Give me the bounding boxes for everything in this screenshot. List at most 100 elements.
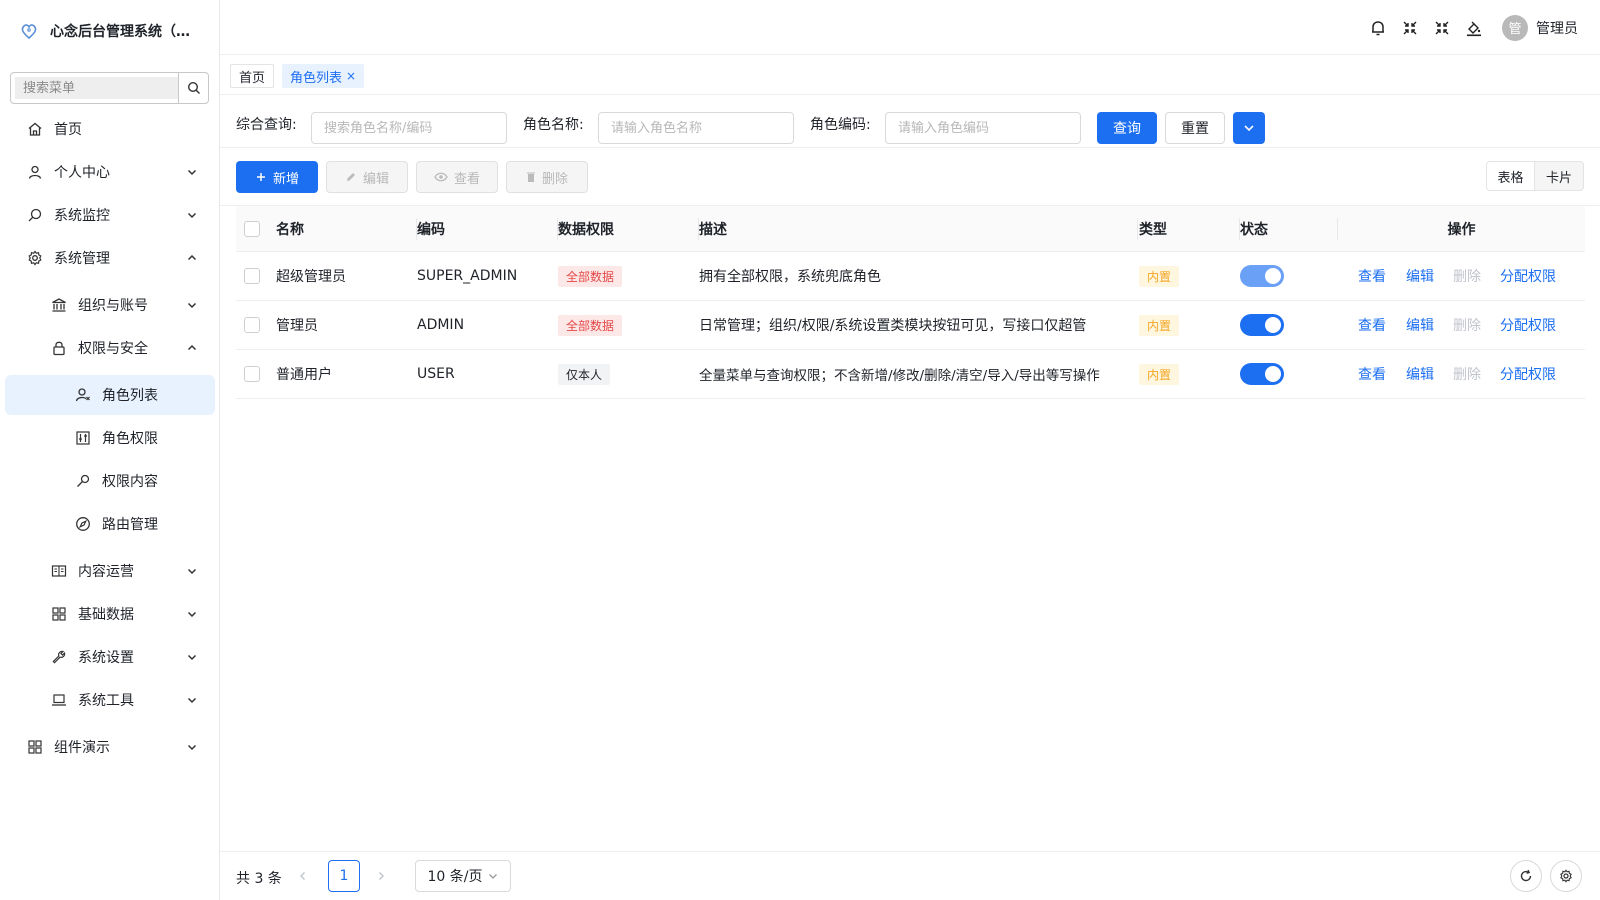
row-assign-link[interactable]: 分配权限 xyxy=(1500,315,1556,335)
role-icon xyxy=(75,387,91,403)
refresh-button[interactable] xyxy=(1510,860,1542,892)
user-icon xyxy=(27,164,43,180)
sidebar-item-role-perm[interactable]: 角色权限 xyxy=(0,418,220,458)
row-delete-link[interactable]: 删除 xyxy=(1453,315,1481,335)
page-1-button[interactable]: 1 xyxy=(328,860,360,892)
bell-icon[interactable] xyxy=(1362,12,1394,44)
tab-role-list[interactable]: 角色列表 × xyxy=(282,64,365,88)
role-code-input[interactable] xyxy=(885,112,1081,144)
close-icon[interactable]: × xyxy=(346,69,356,83)
chevron-right-icon xyxy=(379,872,384,880)
sidebar-item-sys-settings[interactable]: 系统设置 xyxy=(0,637,220,677)
compass-icon xyxy=(75,516,91,532)
sidebar-item-org[interactable]: 组织与账号 xyxy=(0,285,220,325)
row-view-link[interactable]: 查看 xyxy=(1358,364,1386,384)
view-card-button[interactable]: 卡片 xyxy=(1535,162,1583,190)
chevron-down-icon xyxy=(186,565,198,577)
cell-name: 管理员 xyxy=(276,318,318,334)
row-view-link[interactable]: 查看 xyxy=(1358,315,1386,335)
action-toolbar: 新增 编辑 查看 删除 表格 卡片 xyxy=(220,148,1600,206)
cell-desc: 拥有全部权限，系统兜底角色 xyxy=(699,269,881,285)
chevron-down-icon xyxy=(186,651,198,663)
sidebar: 心念后台管理系统（R... 首页 个人中心 系统监控 系统管理 组 xyxy=(0,0,220,900)
apps-icon xyxy=(27,739,43,755)
collapse-icon[interactable] xyxy=(1394,12,1426,44)
scope-tag: 仅本人 xyxy=(558,363,611,385)
select-all-checkbox[interactable] xyxy=(244,220,260,237)
role-table: 名称 编码 数据权限 描述 类型 状态 操作 超级管理员 SUPER_ADMIN… xyxy=(236,206,1585,399)
general-query-input[interactable] xyxy=(311,112,507,144)
plus-icon xyxy=(256,173,265,181)
theme-icon[interactable] xyxy=(1458,12,1490,44)
row-assign-link[interactable]: 分配权限 xyxy=(1500,364,1556,384)
user-name[interactable]: 管理员 xyxy=(1536,18,1578,38)
brand[interactable]: 心念后台管理系统（R... xyxy=(0,0,219,62)
laptop-icon xyxy=(51,692,67,708)
page-size-select[interactable]: 10 条/页 xyxy=(415,860,511,892)
tab-home[interactable]: 首页 xyxy=(230,64,275,88)
view-table-button[interactable]: 表格 xyxy=(1487,162,1535,190)
status-switch[interactable] xyxy=(1240,363,1284,385)
col-status: 状态 xyxy=(1240,206,1338,251)
scope-tag: 全部数据 xyxy=(558,265,623,287)
status-switch[interactable] xyxy=(1240,314,1284,336)
refresh-icon xyxy=(1520,869,1532,882)
sidebar-item-role-list[interactable]: 角色列表 xyxy=(5,375,215,415)
chevron-up-icon xyxy=(186,342,198,354)
sidebar-item-sys-tools[interactable]: 系统工具 xyxy=(0,680,220,720)
table-row: 超级管理员 SUPER_ADMIN 全部数据 拥有全部权限，系统兜底角色 内置 … xyxy=(236,252,1585,301)
monitor-icon xyxy=(27,207,43,223)
row-delete-link[interactable]: 删除 xyxy=(1453,266,1481,286)
avatar[interactable]: 管 xyxy=(1502,14,1528,41)
chevron-down-icon xyxy=(186,694,198,706)
row-edit-link[interactable]: 编辑 xyxy=(1406,315,1434,335)
pagination-bar: 共 3 条 1 10 条/页 xyxy=(220,851,1600,900)
sidebar-item-system[interactable]: 系统管理 xyxy=(0,238,220,278)
wrench-icon xyxy=(51,649,67,665)
sidebar-item-basic-data[interactable]: 基础数据 xyxy=(0,594,220,634)
eye-icon xyxy=(434,172,448,182)
search-icon xyxy=(187,81,200,94)
key-icon xyxy=(75,473,91,489)
grid-icon xyxy=(51,606,67,622)
settings-button[interactable] xyxy=(1550,860,1582,892)
col-desc: 描述 xyxy=(699,206,1138,251)
row-edit-link[interactable]: 编辑 xyxy=(1406,266,1434,286)
total-count: 共 3 条 xyxy=(236,871,282,887)
search-button[interactable] xyxy=(178,73,208,103)
general-query-label: 综合查询: xyxy=(236,117,297,133)
trash-icon xyxy=(526,172,535,182)
row-checkbox[interactable] xyxy=(244,317,260,333)
chevron-down-icon xyxy=(489,874,498,879)
add-button[interactable]: 新增 xyxy=(236,161,318,193)
view-button[interactable]: 查看 xyxy=(416,161,498,193)
row-assign-link[interactable]: 分配权限 xyxy=(1500,266,1556,286)
reset-button[interactable]: 重置 xyxy=(1165,112,1225,144)
row-checkbox[interactable] xyxy=(244,366,260,382)
chevron-down-icon xyxy=(186,209,198,221)
row-checkbox[interactable] xyxy=(244,268,260,284)
sidebar-item-routes[interactable]: 路由管理 xyxy=(0,504,220,544)
sidebar-item-perm-content[interactable]: 权限内容 xyxy=(0,461,220,501)
row-delete-link[interactable]: 删除 xyxy=(1453,364,1481,384)
sidebar-item-components[interactable]: 组件演示 xyxy=(0,727,220,767)
sidebar-item-profile[interactable]: 个人中心 xyxy=(0,152,220,192)
cell-desc: 全量菜单与查询权限；不含新增/修改/删除/清空/导入/导出等写操作 xyxy=(699,368,1100,384)
search-button[interactable]: 查询 xyxy=(1097,112,1157,144)
status-switch[interactable] xyxy=(1240,265,1284,287)
row-edit-link[interactable]: 编辑 xyxy=(1406,364,1434,384)
sidebar-item-security[interactable]: 权限与安全 xyxy=(0,328,220,368)
prev-page-button[interactable] xyxy=(293,866,313,886)
sidebar-item-home[interactable]: 首页 xyxy=(0,109,220,149)
menu-search-input[interactable] xyxy=(15,77,178,99)
fullscreen-icon[interactable] xyxy=(1426,12,1458,44)
home-icon xyxy=(27,121,43,137)
expand-button[interactable] xyxy=(1233,112,1265,144)
delete-button[interactable]: 删除 xyxy=(506,161,588,193)
sidebar-item-content-ops[interactable]: 内容运营 xyxy=(0,551,220,591)
sidebar-item-monitor[interactable]: 系统监控 xyxy=(0,195,220,235)
row-view-link[interactable]: 查看 xyxy=(1358,266,1386,286)
edit-button[interactable]: 编辑 xyxy=(326,161,408,193)
next-page-button[interactable] xyxy=(371,866,391,886)
role-name-input[interactable] xyxy=(598,112,794,144)
